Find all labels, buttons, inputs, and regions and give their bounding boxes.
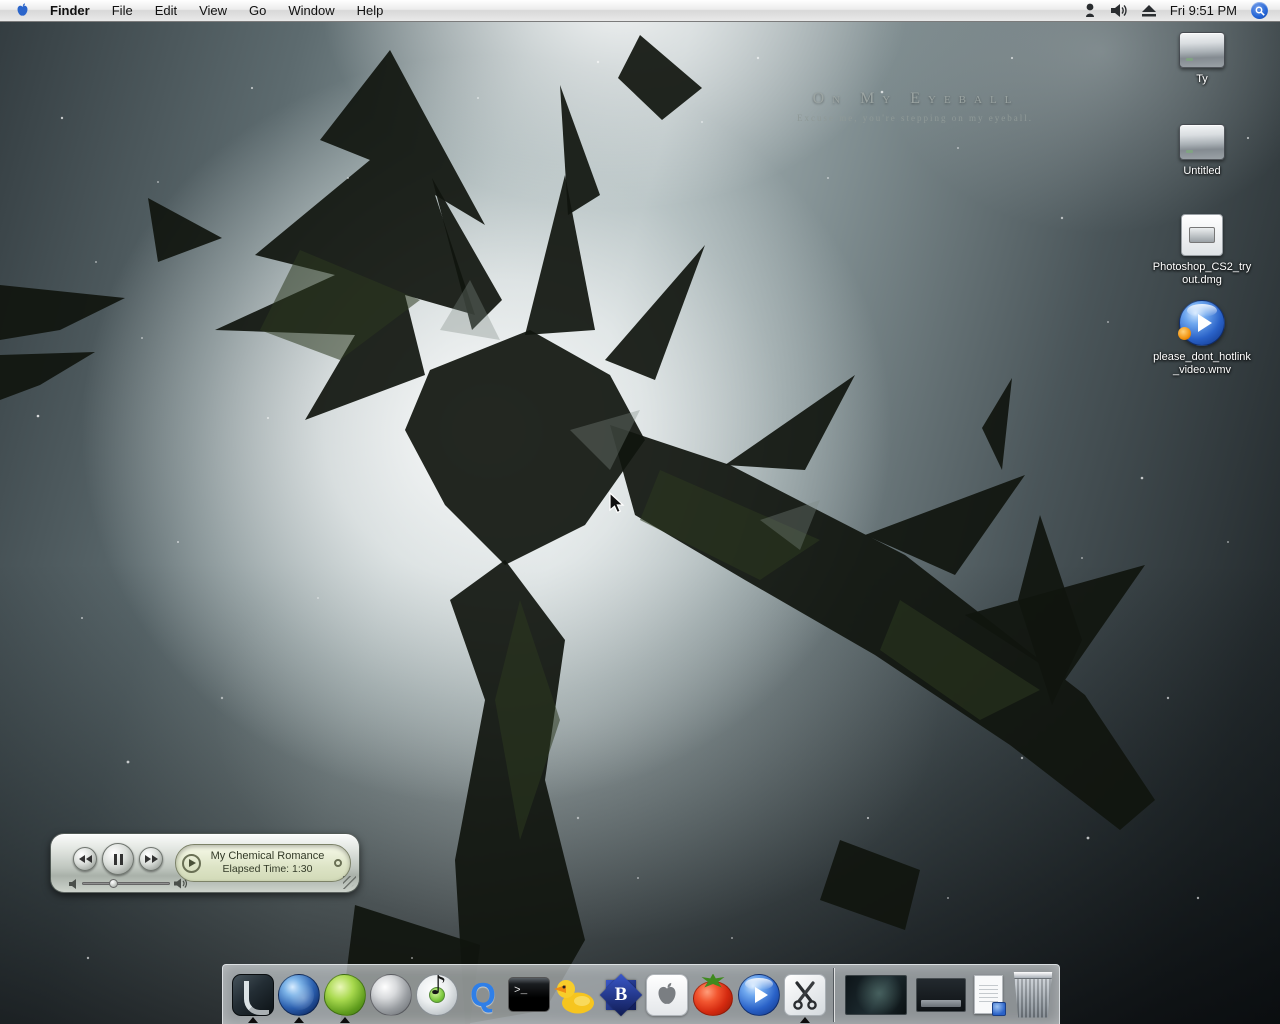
volume-control[interactable] bbox=[69, 877, 187, 890]
track-name: My Chemical Romance bbox=[201, 850, 334, 863]
dock-item-apple-app[interactable] bbox=[644, 967, 690, 1023]
menu-item-help[interactable]: Help bbox=[346, 0, 395, 22]
menu-bar: Finder File Edit View Go Window Help Fri… bbox=[0, 0, 1280, 22]
now-playing-text: My Chemical Romance Elapsed Time: 1:30 bbox=[201, 850, 334, 876]
desktop-icon-photoshop-dmg[interactable]: Photoshop_CS2_tryout.dmg bbox=[1144, 214, 1260, 287]
dock-item-itunes[interactable]: ♪ bbox=[414, 967, 460, 1023]
tomato-body bbox=[693, 981, 733, 1016]
rewind-glyph bbox=[86, 855, 92, 863]
dock-item-sphere-app[interactable] bbox=[368, 967, 414, 1023]
menu-item-edit[interactable]: Edit bbox=[144, 0, 188, 22]
play-glyph bbox=[1198, 314, 1212, 332]
menu-item-go[interactable]: Go bbox=[238, 0, 277, 22]
menu-item-finder[interactable]: Finder bbox=[39, 0, 101, 22]
hard-drive-icon bbox=[1179, 32, 1225, 68]
rewind-button[interactable] bbox=[73, 847, 97, 871]
dock-item-scissors-app[interactable] bbox=[782, 967, 828, 1023]
wallpaper-subtitle: Excuse me, you're stepping on my eyeball… bbox=[760, 113, 1070, 123]
menu-item-window[interactable]: Window bbox=[277, 0, 345, 22]
player-lcd-display: My Chemical Romance Elapsed Time: 1:30 bbox=[175, 844, 351, 882]
itunes-mini-player[interactable]: My Chemical Romance Elapsed Time: 1:30 bbox=[50, 833, 360, 893]
desktop-icon-label: Untitled bbox=[1183, 165, 1220, 178]
running-indicator bbox=[294, 1017, 304, 1023]
fast-forward-glyph bbox=[145, 855, 151, 863]
desktop-icon-ty[interactable]: Ty bbox=[1144, 32, 1260, 86]
magnifier-glyph bbox=[1255, 6, 1265, 16]
b-star-icon: B bbox=[600, 974, 642, 1016]
fast-forward-button[interactable] bbox=[139, 847, 163, 871]
desktop-icon-label: Ty bbox=[1196, 73, 1208, 86]
running-indicator bbox=[340, 1017, 350, 1023]
pause-button[interactable] bbox=[102, 843, 134, 875]
dock-item-limewire[interactable] bbox=[322, 967, 368, 1023]
disk-image-icon bbox=[1181, 214, 1223, 256]
music-note-glyph: ♪ bbox=[430, 971, 447, 1001]
media-player-icon bbox=[738, 974, 780, 1016]
apple-app-icon bbox=[646, 974, 688, 1016]
spotlight-search-icon[interactable] bbox=[1251, 2, 1268, 19]
rewind-glyph bbox=[79, 855, 85, 863]
minimized-video-window[interactable] bbox=[845, 975, 907, 1015]
dock-item-tomato-app[interactable] bbox=[690, 967, 736, 1023]
trash-icon[interactable] bbox=[1013, 972, 1053, 1018]
hard-drive-icon bbox=[1179, 124, 1225, 160]
desktop-icon-label: please_dont_hotlink_video.wmv bbox=[1151, 351, 1253, 377]
wallpaper-title: On My Eyeball bbox=[788, 90, 1044, 108]
sphere-app-icon bbox=[370, 974, 412, 1016]
elapsed-time: Elapsed Time: 1:30 bbox=[201, 863, 334, 876]
dock-item-b-star-app[interactable]: B bbox=[598, 967, 644, 1023]
dock-item-terminal[interactable]: >_ bbox=[506, 967, 552, 1023]
lcd-indicator-dot bbox=[334, 859, 342, 867]
desktop-icon-untitled[interactable]: Untitled bbox=[1144, 124, 1260, 178]
volume-slider-knob[interactable] bbox=[109, 879, 118, 888]
apple-menu[interactable] bbox=[0, 3, 39, 18]
minimized-document-window[interactable] bbox=[974, 975, 1003, 1014]
disk-image-drive-glyph bbox=[1189, 227, 1215, 243]
dock-item-quicktime[interactable]: Q bbox=[460, 967, 506, 1023]
scissors-icon bbox=[784, 974, 826, 1016]
apple-glyph bbox=[656, 982, 678, 1008]
pause-glyph bbox=[114, 854, 117, 865]
desktop-icon-label: Photoshop_CS2_tryout.dmg bbox=[1151, 261, 1253, 287]
finder-icon bbox=[232, 974, 274, 1016]
minimized-player-window[interactable] bbox=[916, 978, 966, 1012]
menu-item-view[interactable]: View bbox=[188, 0, 238, 22]
b-glyph: B bbox=[615, 984, 628, 1006]
play-glyph bbox=[755, 987, 768, 1003]
eject-icon[interactable] bbox=[1142, 5, 1156, 17]
play-glyph bbox=[189, 859, 196, 867]
volume-icon[interactable] bbox=[1111, 4, 1128, 17]
quicktime-icon: Q bbox=[462, 974, 504, 1016]
running-indicator bbox=[800, 1017, 810, 1023]
volume-low-icon bbox=[69, 879, 78, 889]
scissors-glyph bbox=[790, 980, 820, 1010]
running-indicator bbox=[248, 1017, 258, 1023]
menu-status-icon[interactable] bbox=[1083, 3, 1097, 18]
dock-item-web-browser[interactable] bbox=[276, 967, 322, 1023]
desktop-icon-video-wmv[interactable]: please_dont_hotlink_video.wmv bbox=[1144, 300, 1260, 377]
apple-logo-icon bbox=[16, 3, 29, 18]
terminal-icon: >_ bbox=[508, 977, 550, 1012]
dock-separator bbox=[833, 968, 835, 1022]
volume-slider[interactable] bbox=[82, 882, 170, 885]
fast-forward-glyph bbox=[152, 855, 158, 863]
duck-icon bbox=[554, 976, 596, 1014]
media-file-icon bbox=[1179, 300, 1225, 346]
limewire-icon bbox=[324, 974, 366, 1016]
tomato-icon bbox=[692, 974, 734, 1016]
menu-item-file[interactable]: File bbox=[101, 0, 144, 22]
now-playing-icon bbox=[182, 854, 201, 873]
resize-grip[interactable] bbox=[343, 876, 356, 889]
dock-item-media-player[interactable] bbox=[736, 967, 782, 1023]
web-browser-icon bbox=[278, 974, 320, 1016]
itunes-icon: ♪ bbox=[416, 974, 458, 1016]
pause-glyph bbox=[120, 854, 123, 865]
menu-bar-clock[interactable]: Fri 9:51 PM bbox=[1170, 3, 1237, 18]
dock-item-duck-app[interactable] bbox=[552, 967, 598, 1023]
dock: ♪ Q >_ B bbox=[222, 964, 1060, 1024]
dock-item-finder[interactable] bbox=[230, 967, 276, 1023]
